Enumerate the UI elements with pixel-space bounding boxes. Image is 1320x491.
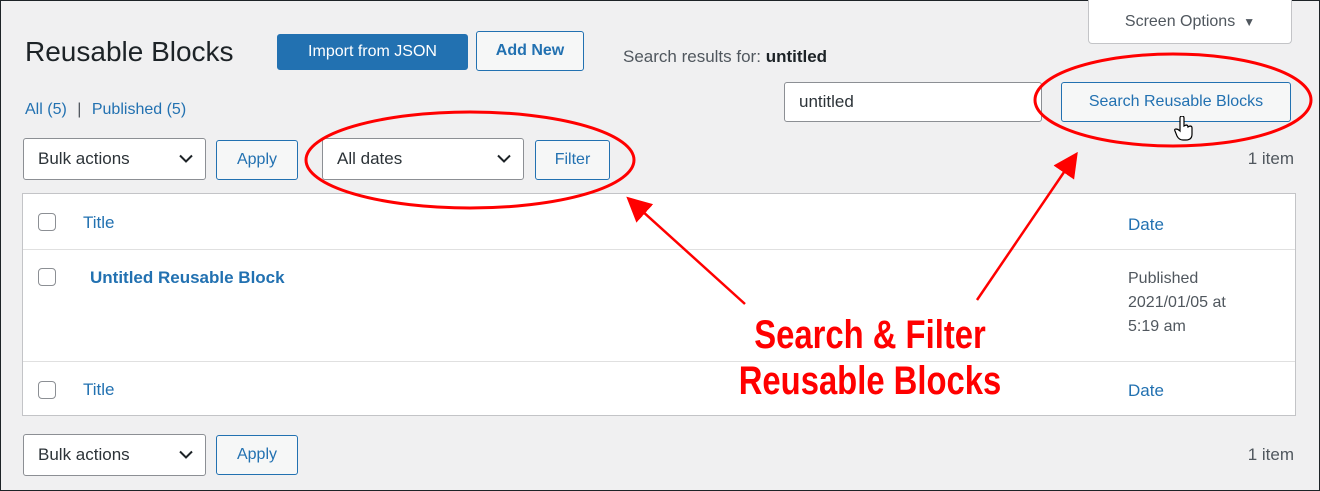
items-count-top: 1 item — [1247, 149, 1294, 168]
search-results-term: untitled — [765, 47, 828, 66]
header-divider — [23, 249, 1295, 250]
column-header-date[interactable]: Date — [1128, 215, 1164, 235]
row-date-status: Published — [1128, 270, 1199, 287]
status-filter-links: All (5) | Published (5) — [25, 101, 186, 119]
bulk-actions-select-bottom[interactable]: Bulk actions — [23, 434, 206, 476]
bulk-actions-value-bottom: Bulk actions — [38, 445, 130, 464]
column-footer-title[interactable]: Title — [83, 380, 115, 400]
caret-down-icon: ▼ — [1243, 14, 1256, 29]
status-all-count: (5) — [47, 101, 67, 118]
row-date: Published 2021/01/05 at 5:19 am — [1128, 267, 1226, 339]
row-date-value: 2021/01/05 at — [1128, 294, 1226, 311]
row-date-time: 5:19 am — [1128, 318, 1186, 335]
column-footer-date[interactable]: Date — [1128, 381, 1164, 401]
annotation-line-1: Search & Filter — [754, 313, 986, 357]
page-title: Reusable Blocks — [25, 36, 234, 67]
status-published-count: (5) — [166, 101, 187, 118]
hand-pointer-cursor-icon — [1174, 116, 1193, 141]
search-results-subtitle: Search results for: untitled — [623, 47, 827, 67]
column-header-title[interactable]: Title — [83, 213, 115, 233]
status-published-link[interactable]: Published (5) — [92, 101, 186, 118]
status-separator: | — [77, 101, 82, 118]
annotation-callout-text: Search & Filter Reusable Blocks — [731, 312, 1010, 404]
bulk-actions-value-top: Bulk actions — [38, 149, 130, 168]
date-filter-value: All dates — [337, 149, 403, 168]
chevron-down-icon — [179, 450, 193, 459]
row-title-link[interactable]: Untitled Reusable Block — [90, 268, 285, 288]
screen-options-label: Screen Options — [1124, 12, 1236, 30]
bulk-actions-select-top[interactable]: Bulk actions — [23, 138, 206, 180]
filter-button[interactable]: Filter — [535, 140, 610, 180]
chevron-down-icon — [497, 154, 511, 163]
search-input[interactable]: untitled — [784, 82, 1042, 122]
annotation-line-2: Reusable Blocks — [738, 359, 1002, 403]
footer-divider — [23, 361, 1295, 362]
import-from-json-button[interactable]: Import from JSON — [277, 34, 468, 70]
chevron-down-icon — [179, 154, 193, 163]
status-published-label: Published — [91, 101, 163, 118]
apply-button-top[interactable]: Apply — [216, 140, 298, 180]
status-all-label: All — [25, 101, 43, 118]
screen-options-tab[interactable]: Screen Options ▼ — [1088, 0, 1292, 44]
reusable-blocks-table: Title Date Untitled Reusable Block Publi… — [22, 193, 1296, 416]
select-all-checkbox-top[interactable] — [38, 213, 56, 231]
search-results-prefix: Search results for: — [623, 47, 761, 66]
select-all-checkbox-bottom[interactable] — [38, 381, 56, 399]
status-all-link[interactable]: All (5) — [25, 101, 71, 118]
row-checkbox[interactable] — [38, 268, 56, 286]
add-new-button[interactable]: Add New — [476, 31, 584, 71]
apply-button-bottom[interactable]: Apply — [216, 435, 298, 475]
date-filter-select[interactable]: All dates — [322, 138, 524, 180]
items-count-bottom: 1 item — [1247, 445, 1294, 464]
search-input-value: untitled — [799, 92, 854, 111]
